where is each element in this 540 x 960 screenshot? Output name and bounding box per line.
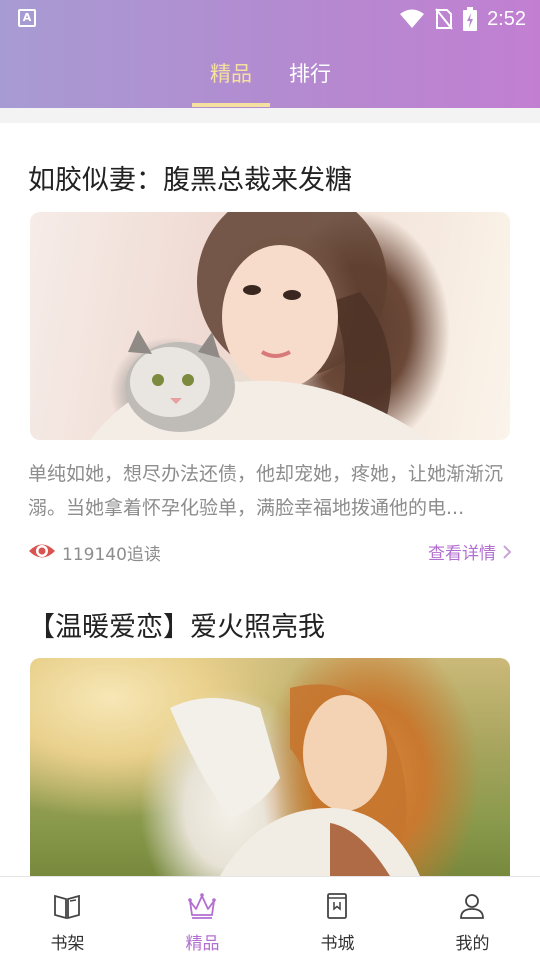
book-cover-image[interactable]	[30, 212, 510, 440]
book-title[interactable]: 【温暖爱恋】爱火照亮我	[28, 605, 325, 644]
crown-icon	[188, 893, 216, 919]
book-meta: 119140追读 查看详情	[28, 538, 512, 566]
top-tabs: 精品 排行	[0, 50, 540, 108]
chevron-right-icon	[503, 544, 512, 559]
app-notification-icon: A	[18, 9, 36, 27]
status-bar: A 2:52	[0, 0, 540, 38]
book-cover-image[interactable]	[30, 658, 510, 876]
nav-item-profile[interactable]: 我的	[405, 877, 540, 960]
nav-item-bookshelf[interactable]: 书架	[0, 877, 135, 960]
book-description: 单纯如她，想尽办法还债，他却宠她，疼她，让她渐渐沉溺。当她拿着怀孕化验单，满脸幸…	[28, 463, 504, 519]
nav-label: 书城	[320, 934, 355, 954]
cover-illustration	[170, 684, 420, 876]
eye-icon	[29, 544, 55, 558]
view-details-link[interactable]: 查看详情	[428, 539, 512, 564]
nav-label: 精品	[185, 934, 220, 954]
read-count: 119140追读	[62, 545, 161, 565]
nav-item-featured[interactable]: 精品	[135, 877, 270, 960]
tab-active-indicator	[192, 103, 270, 107]
tab-ranking[interactable]: 排行	[289, 58, 331, 88]
status-time: 2:52	[487, 7, 526, 30]
section-divider	[0, 108, 540, 123]
bottom-navigation: 书架 精品 书城 我的	[0, 876, 540, 960]
cover-illustration	[90, 212, 430, 440]
nav-label: 我的	[455, 934, 490, 954]
nav-label: 书架	[50, 934, 85, 954]
nav-item-bookstore[interactable]: 书城	[270, 877, 405, 960]
view-details-label: 查看详情	[428, 544, 496, 564]
book-title[interactable]: 如胶似妻：腹黑总裁来发糖	[28, 158, 352, 197]
tab-featured[interactable]: 精品	[210, 58, 252, 88]
no-sim-icon	[435, 8, 453, 30]
wifi-icon	[400, 9, 425, 28]
bookshelf-icon	[54, 894, 80, 920]
battery-charging-icon	[463, 7, 478, 31]
status-indicators: 2:52	[399, 6, 526, 32]
profile-icon	[460, 894, 484, 919]
bookstore-icon	[327, 893, 347, 919]
header: A 2:52 精品 排行	[0, 0, 540, 108]
